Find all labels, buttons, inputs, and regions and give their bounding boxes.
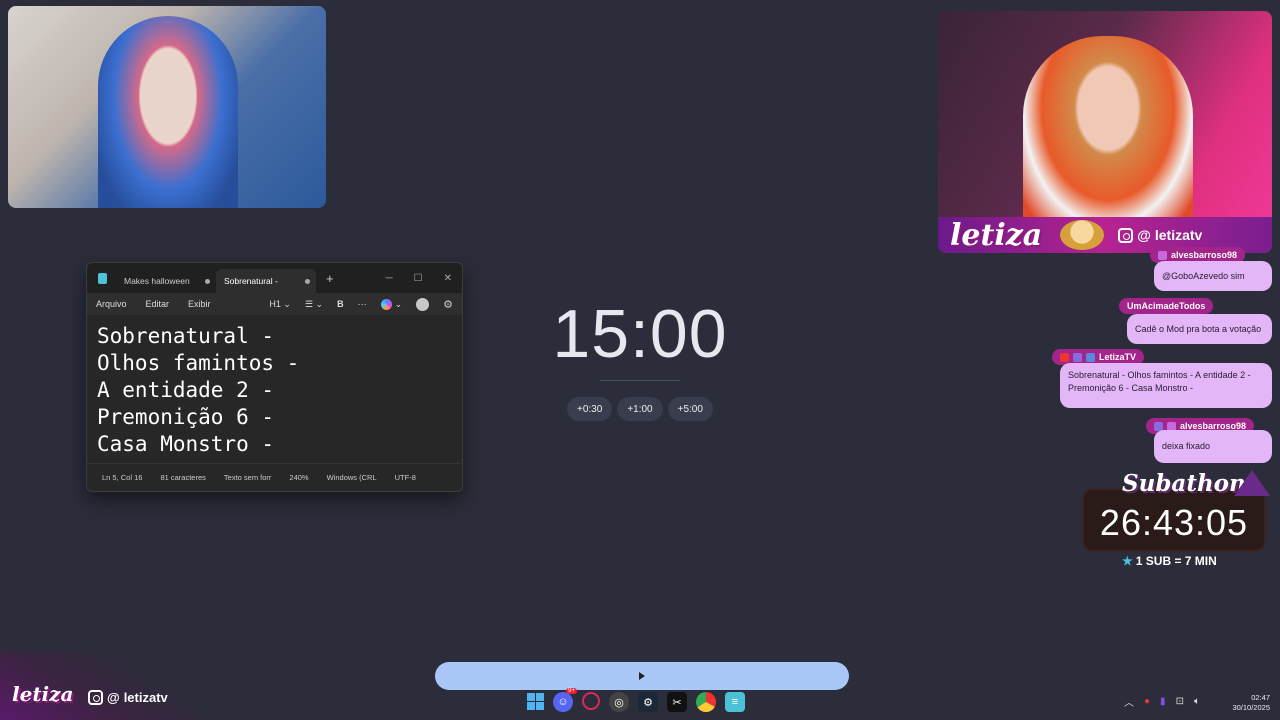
purple-tray-icon[interactable]: ▮	[1160, 696, 1166, 707]
gear-icon[interactable]: ⚙	[443, 298, 453, 311]
play-icon[interactable]	[639, 672, 645, 680]
bold-button[interactable]: B	[337, 299, 344, 309]
brand-logo: letiza	[950, 217, 1043, 253]
subathon-clock: 26:43:05	[1099, 502, 1249, 543]
witch-hat-icon	[1234, 470, 1270, 496]
avatar	[1060, 220, 1105, 250]
badge-icon	[1086, 352, 1095, 362]
subathon-rule: ★ 1 SUB = 7 MIN	[1122, 554, 1217, 568]
right-webcam: letiza @ letizatv	[938, 11, 1272, 253]
cursor-position: Ln 5, Col 16	[102, 473, 143, 482]
countdown-timer: 15:00	[552, 296, 728, 372]
brand-logo: letiza	[12, 682, 74, 706]
chat-message: Sobrenatural - Olhos famintos - A entida…	[1060, 363, 1272, 408]
notepad-icon	[98, 272, 107, 284]
text-line: Casa Monstro -	[97, 432, 275, 456]
status-bar: Ln 5, Col 16 81 caracteres Texto sem for…	[87, 463, 462, 491]
add-1m-button[interactable]: +1:00	[617, 397, 663, 421]
sub-badge-icon	[1158, 250, 1167, 260]
char-count: 81 caracteres	[160, 473, 206, 482]
heading-select[interactable]: H1 ⌄	[269, 299, 291, 310]
copilot-button[interactable]: ⌄	[380, 298, 402, 310]
network-icon[interactable]: ⊡	[1176, 696, 1184, 707]
tab-makes-halloween[interactable]: Makes halloween	[116, 269, 216, 293]
timer-buttons: +0:30 +1:00 +5:00	[567, 397, 713, 421]
unsaved-dot-icon	[205, 278, 210, 284]
instagram-icon	[88, 690, 103, 705]
new-tab-icon[interactable]: +	[326, 271, 334, 286]
more-icon[interactable]: ···	[358, 299, 367, 309]
menu-arquivo[interactable]: Arquivo	[96, 299, 127, 309]
system-clock[interactable]: 02:47 30/10/2025	[1222, 693, 1270, 713]
tab-sobrenatural[interactable]: Sobrenatural -	[216, 269, 316, 293]
app-tray-icon[interactable]: ●	[1144, 696, 1150, 707]
text-line: A entidade 2 -	[97, 378, 275, 402]
line-ending: Windows (CRL	[326, 473, 377, 482]
broadcaster-icon	[1060, 352, 1069, 362]
profile-icon[interactable]	[416, 297, 430, 311]
minimize-icon[interactable]: ─	[386, 273, 393, 284]
menu-bar: Arquivo Editar Exibir H1 ⌄ ☰ ⌄ B ··· ⌄ ⚙	[87, 293, 462, 315]
left-webcam	[8, 6, 326, 208]
list-icon[interactable]: ☰ ⌄	[305, 299, 323, 310]
instagram-handle: @ letizatv	[1118, 227, 1202, 243]
obs-icon[interactable]: ◎	[609, 692, 629, 712]
taskbar: ☺ 9+ ◎ ⚙ ✂ ≡	[527, 688, 745, 712]
chat-username: UmAcimadeTodos	[1119, 298, 1214, 314]
sub-badge-icon	[1073, 352, 1082, 362]
menu-exibir[interactable]: Exibir	[188, 299, 211, 309]
add-5m-button[interactable]: +5:00	[667, 397, 713, 421]
copilot-icon	[380, 298, 392, 310]
steam-icon[interactable]: ⚙	[638, 692, 658, 712]
text-line: Sobrenatural -	[97, 324, 275, 348]
instagram-icon	[1118, 227, 1134, 243]
maximize-icon[interactable]: ☐	[414, 273, 423, 284]
encoding: UTF-8	[394, 473, 416, 482]
text-editor[interactable]: Sobrenatural - Olhos famintos - A entida…	[87, 315, 462, 463]
menu-editar[interactable]: Editar	[146, 299, 170, 309]
notification-badge: 9+	[566, 688, 577, 694]
windows-start-icon[interactable]	[527, 693, 544, 710]
text-line: Olhos famintos -	[97, 351, 300, 375]
system-tray: ︿ ● ▮ ⊡ 🔈︎	[1124, 694, 1200, 709]
streamer-image	[1023, 36, 1193, 226]
streamer-image	[98, 16, 238, 208]
close-icon[interactable]: ✕	[444, 273, 452, 284]
star-icon: ★	[1122, 554, 1133, 568]
title-bar[interactable]: Makes halloween Sobrenatural - + ─ ☐ ✕	[87, 263, 462, 293]
notepad-window[interactable]: Makes halloween Sobrenatural - + ─ ☐ ✕ A…	[86, 262, 463, 492]
chat-message: deixa fixado	[1154, 430, 1272, 463]
chevron-up-icon[interactable]: ︿	[1124, 694, 1134, 709]
capcut-icon[interactable]: ✂	[667, 692, 687, 712]
text-line: Premonição 6 -	[97, 405, 275, 429]
opera-icon[interactable]	[582, 692, 600, 710]
volume-icon[interactable]: 🔈︎	[1194, 696, 1200, 707]
discord-icon[interactable]: ☺ 9+	[553, 688, 577, 712]
divider	[600, 380, 680, 381]
notepad-icon[interactable]: ≡	[725, 692, 745, 712]
format-status: Texto sem forr	[223, 473, 272, 482]
add-30s-button[interactable]: +0:30	[567, 397, 613, 421]
subathon-title: Subathon	[1122, 470, 1246, 497]
zoom-level: 240%	[289, 473, 309, 482]
instagram-handle: @ letizatv	[88, 690, 168, 705]
unsaved-dot-icon	[305, 278, 310, 284]
chat-message: @GoboAzevedo sim	[1154, 261, 1272, 291]
chat-message: Cadê o Mod pra bota a votação	[1127, 314, 1272, 344]
media-bar[interactable]	[435, 662, 849, 690]
chrome-icon[interactable]	[696, 692, 716, 712]
